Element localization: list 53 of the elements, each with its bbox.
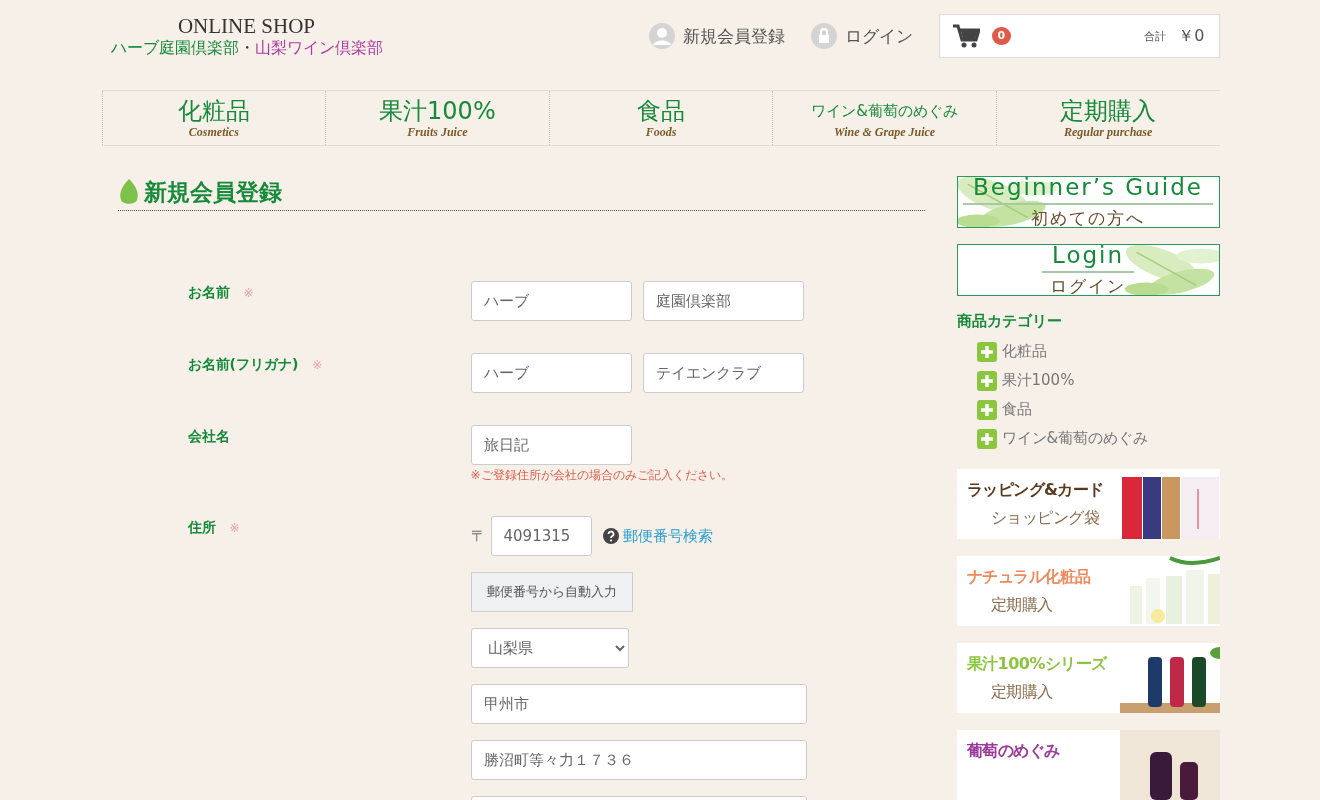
- cart-count: 0: [991, 27, 1012, 45]
- page-title: 新規会員登録: [143, 177, 282, 207]
- autofill-button[interactable]: 郵便番号から自動入力: [470, 572, 633, 612]
- field-label: お名前(フリガナ): [187, 356, 299, 374]
- field-label: 住所: [187, 519, 216, 537]
- prefecture-select[interactable]: 山梨県: [470, 628, 629, 668]
- plus-icon: [976, 370, 997, 391]
- category-link[interactable]: 化粧品: [976, 341, 1047, 362]
- plus-icon: [976, 428, 997, 449]
- input-field[interactable]: 4091315: [490, 516, 592, 556]
- required-mark: ※: [312, 357, 323, 372]
- cart-box[interactable]: 0 合計 ￥0: [938, 14, 1220, 58]
- guide-banner[interactable]: Beginner’s Guide 初めての方へ: [956, 176, 1220, 228]
- plus-icon: [976, 399, 997, 420]
- guide-banner[interactable]: Login ログイン: [956, 244, 1220, 296]
- help-icon: [602, 528, 619, 544]
- nav-tab[interactable]: 食品 Foods: [548, 91, 773, 145]
- input-field[interactable]: テイエンクラブ: [642, 353, 804, 393]
- field-note: ※ご登録住所が会社の場合のみご記入ください。: [470, 467, 733, 484]
- field-label: 会社名: [187, 428, 230, 446]
- field-label: お名前: [187, 284, 230, 302]
- login-link[interactable]: ログイン: [810, 23, 913, 49]
- shop-title: ONLINE SHOP: [177, 14, 316, 38]
- nav-tab[interactable]: ワイン&葡萄のめぐみ Wine & Grape Juice: [772, 91, 996, 145]
- promo-banner[interactable]: 果汁100%シリーズ 定期購入: [956, 643, 1220, 713]
- cart-total: ￥0: [1178, 25, 1205, 47]
- plus-icon: [976, 341, 997, 362]
- promo-banner[interactable]: ラッピング&カード ショッピング袋: [956, 469, 1220, 539]
- category-link[interactable]: 果汁100%: [976, 370, 1075, 391]
- required-mark: ※: [229, 520, 240, 535]
- promo-banner[interactable]: ナチュラル化粧品 定期購入: [956, 556, 1220, 626]
- nav-tab[interactable]: 化粧品 Cosmetics: [101, 91, 326, 145]
- lock-icon: [810, 23, 837, 49]
- input-field[interactable]: 甲州市: [470, 684, 807, 724]
- total-label: 合計: [1144, 28, 1167, 44]
- category-link[interactable]: 食品: [976, 399, 1032, 420]
- required-mark: ※: [243, 285, 254, 300]
- user-icon: [648, 23, 675, 49]
- input-field[interactable]: 旅日記: [470, 425, 632, 465]
- input-field[interactable]: ハーブ: [470, 281, 632, 321]
- nav-tab[interactable]: 果汁100% Fruits Juice: [325, 91, 549, 145]
- promo-banner[interactable]: 葡萄のめぐみ: [956, 730, 1220, 800]
- cart-icon: [951, 23, 980, 49]
- input-field[interactable]: 勝沼町等々力１７３６: [470, 740, 807, 780]
- category-link[interactable]: ワイン&葡萄のめぐみ: [976, 428, 1149, 449]
- nav-tab[interactable]: 定期購入 Regular purchase: [995, 91, 1220, 145]
- shop-subtitle: ハーブ庭園倶楽部・山梨ワイン倶楽部: [110, 38, 383, 58]
- input-field[interactable]: ハーブ: [470, 353, 632, 393]
- input-field[interactable]: 庭園倶楽部: [642, 281, 804, 321]
- register-link[interactable]: 新規会員登録: [648, 23, 785, 49]
- postal-mark: 〒: [470, 526, 486, 546]
- leaf-icon: [117, 177, 140, 207]
- category-heading: 商品カテゴリー: [956, 312, 1063, 331]
